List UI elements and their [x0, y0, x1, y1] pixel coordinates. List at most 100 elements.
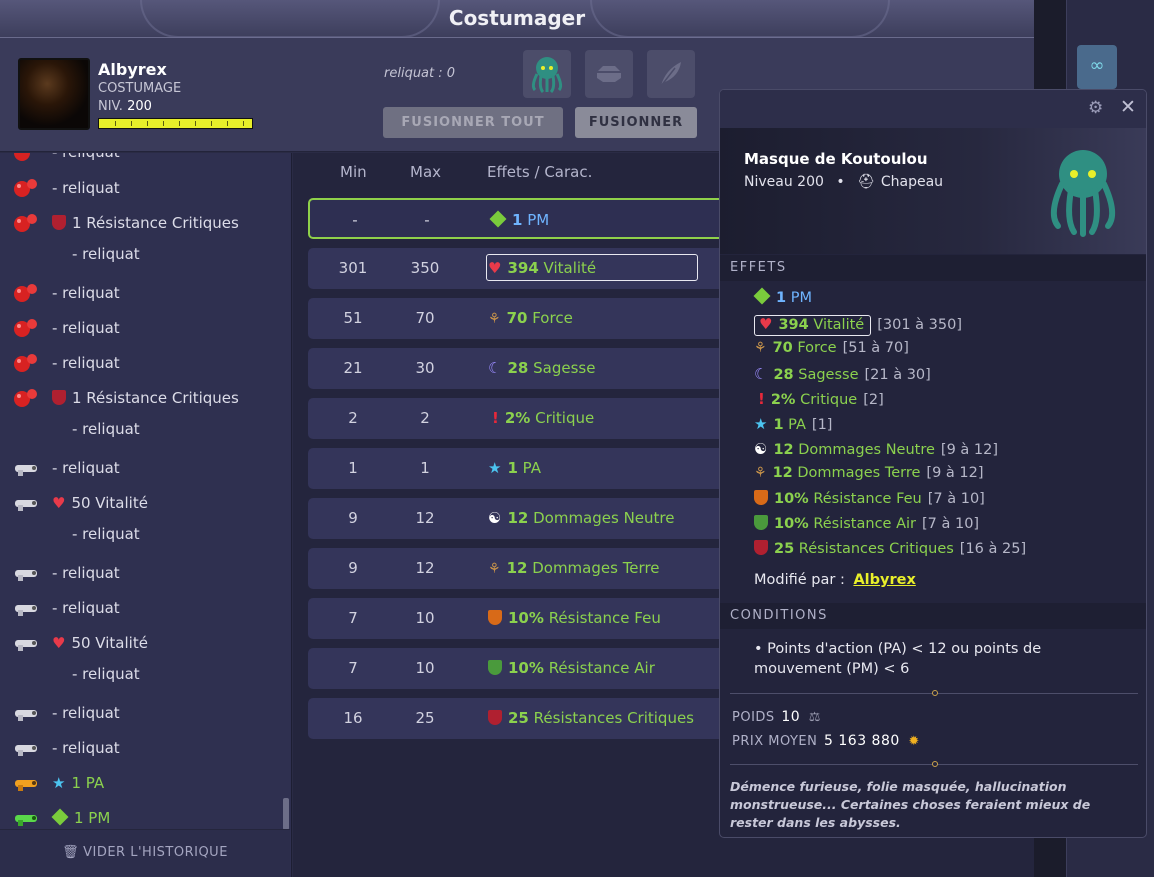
effect-row[interactable]: - - 1 PM [308, 198, 738, 239]
history-item[interactable]: - reliquat [0, 451, 282, 486]
effect-row[interactable]: 21 30 ☾ 28 Sagesse [308, 348, 738, 389]
effect-name: Critique [535, 409, 595, 427]
white-gun-icon [12, 737, 40, 759]
effect-row[interactable]: 7 10 10% Résistance Air [308, 648, 738, 689]
history-item[interactable]: ★ 1 PA [0, 766, 282, 801]
history-item-text: - reliquat [52, 319, 120, 337]
history-item-text: ♥ 50 Vitalité [52, 634, 148, 652]
effect-row[interactable]: 51 70 ⚘ 70 Force [308, 298, 738, 339]
effect-min: 7 [348, 609, 358, 627]
effect-row[interactable]: 2 2! 2% Critique [308, 398, 738, 439]
effect-min: 21 [343, 359, 363, 377]
effect-max: 350 [410, 259, 440, 277]
history-subitem[interactable]: - reliquat [0, 517, 282, 552]
heart-icon: ♥ [488, 259, 502, 277]
history-item-text: - reliquat [52, 284, 120, 302]
effect-max: 30 [415, 359, 435, 377]
weight-value: 10 [781, 709, 801, 725]
history-item[interactable]: - reliquat [0, 171, 282, 206]
close-icon[interactable]: ✕ [1120, 96, 1136, 118]
effect-value: 12 [507, 509, 529, 527]
effect-value: 394 [778, 317, 809, 333]
history-item[interactable]: - reliquat [0, 276, 282, 311]
history-subitem[interactable]: - reliquat [0, 412, 282, 447]
history-item-text: - reliquat [52, 354, 120, 372]
item-slot-rune[interactable] [585, 50, 633, 98]
effect-row[interactable]: 9 12 ⚘ 12 Dommages Terre [308, 548, 738, 589]
infinity-button[interactable]: ∞ [1077, 45, 1117, 89]
tooltip-effect: 25 Résistances Critiques [16 à 25] [754, 540, 1026, 557]
effect-label: 25 Résistances Critiques [488, 709, 694, 727]
red-mace-icon [12, 212, 40, 234]
air-shield-icon [754, 515, 774, 532]
history-item-label: 1 Résistance Critiques [72, 214, 239, 232]
history-item[interactable]: - reliquat [0, 153, 282, 170]
effect-range: [16 à 25] [959, 541, 1027, 557]
history-item[interactable]: - reliquat [0, 311, 282, 346]
history-item-label: 1 PM [74, 809, 111, 827]
fuse-button[interactable]: FUSIONNER [575, 107, 697, 138]
column-effects: Effets / Carac. [487, 163, 593, 181]
exclamation-icon: ! [492, 409, 499, 427]
effect-name: Vitalité [813, 317, 865, 333]
history-item[interactable]: 1 Résistance Critiques [0, 381, 282, 416]
history-list[interactable]: - reliquat - reliquat 1 Résistance Critiqu… [0, 153, 292, 877]
effect-row[interactable]: 301 350 ♥ 394 Vitalité [308, 248, 738, 289]
history-item[interactable]: ♥ 50 Vitalité [0, 486, 282, 521]
effect-row[interactable]: 16 25 25 Résistances Critiques [308, 698, 738, 739]
history-item-label: - reliquat [52, 354, 120, 372]
history-item-label: 1 Résistance Critiques [72, 389, 239, 407]
exclamation-icon: ! [758, 390, 765, 408]
history-scrollbar[interactable] [283, 798, 289, 830]
player-level: NIV. 200 [98, 99, 152, 114]
green-gun-icon [12, 807, 40, 829]
crit-shield-icon [488, 709, 508, 727]
yinyang-icon: ☯ [754, 440, 768, 458]
level-value: 200 [127, 99, 152, 114]
tooltip-header: Masque de Koutoulou Niveau 200 • ⛑ Chapea… [720, 128, 1146, 254]
history-item[interactable]: - reliquat [0, 591, 282, 626]
history-item[interactable]: - reliquat [0, 731, 282, 766]
history-item[interactable]: ♥ 50 Vitalité [0, 626, 282, 661]
history-item[interactable]: 1 Résistance Critiques [0, 206, 282, 241]
effect-value: 1 [773, 417, 784, 433]
effect-range: [51 à 70] [842, 340, 909, 356]
gear-icon[interactable]: ⚙ [1088, 98, 1103, 118]
tooltip-toolbar: ⚙ ✕ [720, 90, 1146, 128]
effect-max: 25 [415, 709, 435, 727]
history-item-label: - reliquat [52, 704, 120, 722]
effect-name: Dommages Terre [532, 559, 660, 577]
red-mace-icon [12, 177, 40, 199]
trash-icon: 🗑 [62, 845, 80, 860]
clear-history-button[interactable]: 🗑 VIDER L'HISTORIQUE [0, 829, 290, 877]
effect-max: 10 [415, 609, 435, 627]
history-item-label: 50 Vitalité [71, 494, 148, 512]
history-item[interactable]: - reliquat [0, 696, 282, 731]
history-subitem[interactable]: - reliquat [0, 657, 282, 692]
pm-icon [753, 287, 776, 306]
effect-label: ☾ 28 Sagesse [488, 359, 595, 377]
fuse-all-button[interactable]: FUSIONNER TOUT [383, 107, 563, 138]
effect-value: 10% [774, 491, 809, 507]
octopus-mask-icon [1050, 150, 1116, 237]
divider [730, 690, 1138, 696]
effect-row[interactable]: 9 12 ☯ 12 Dommages Neutre [308, 498, 738, 539]
history-item-text: ♥ 50 Vitalité [52, 494, 148, 512]
conditions-section-title: CONDITIONS [720, 603, 1146, 629]
white-gun-icon [12, 597, 40, 619]
item-name: Masque de Koutoulou [744, 150, 928, 168]
clear-history-label: VIDER L'HISTORIQUE [83, 845, 228, 860]
history-item-text: - reliquat [52, 599, 120, 617]
effect-range: [9 à 12] [940, 442, 999, 458]
history-subitem[interactable]: - reliquat [0, 237, 282, 272]
modified-by-link[interactable]: Albyrex [853, 572, 915, 588]
history-item[interactable]: - reliquat [0, 556, 282, 591]
tooltip-effect: 10% Résistance Feu [7 à 10] [754, 490, 985, 507]
effect-row[interactable]: 1 1 ★ 1 PA [308, 448, 738, 489]
tooltip-effect: ♥ 394 Vitalité [301 à 350] [754, 315, 962, 336]
history-item[interactable]: - reliquat [0, 346, 282, 381]
effect-row[interactable]: 7 10 10% Résistance Feu [308, 598, 738, 639]
effect-value: 2% [770, 392, 796, 408]
item-slot-costume[interactable] [523, 50, 571, 98]
item-slot-feather[interactable] [647, 50, 695, 98]
